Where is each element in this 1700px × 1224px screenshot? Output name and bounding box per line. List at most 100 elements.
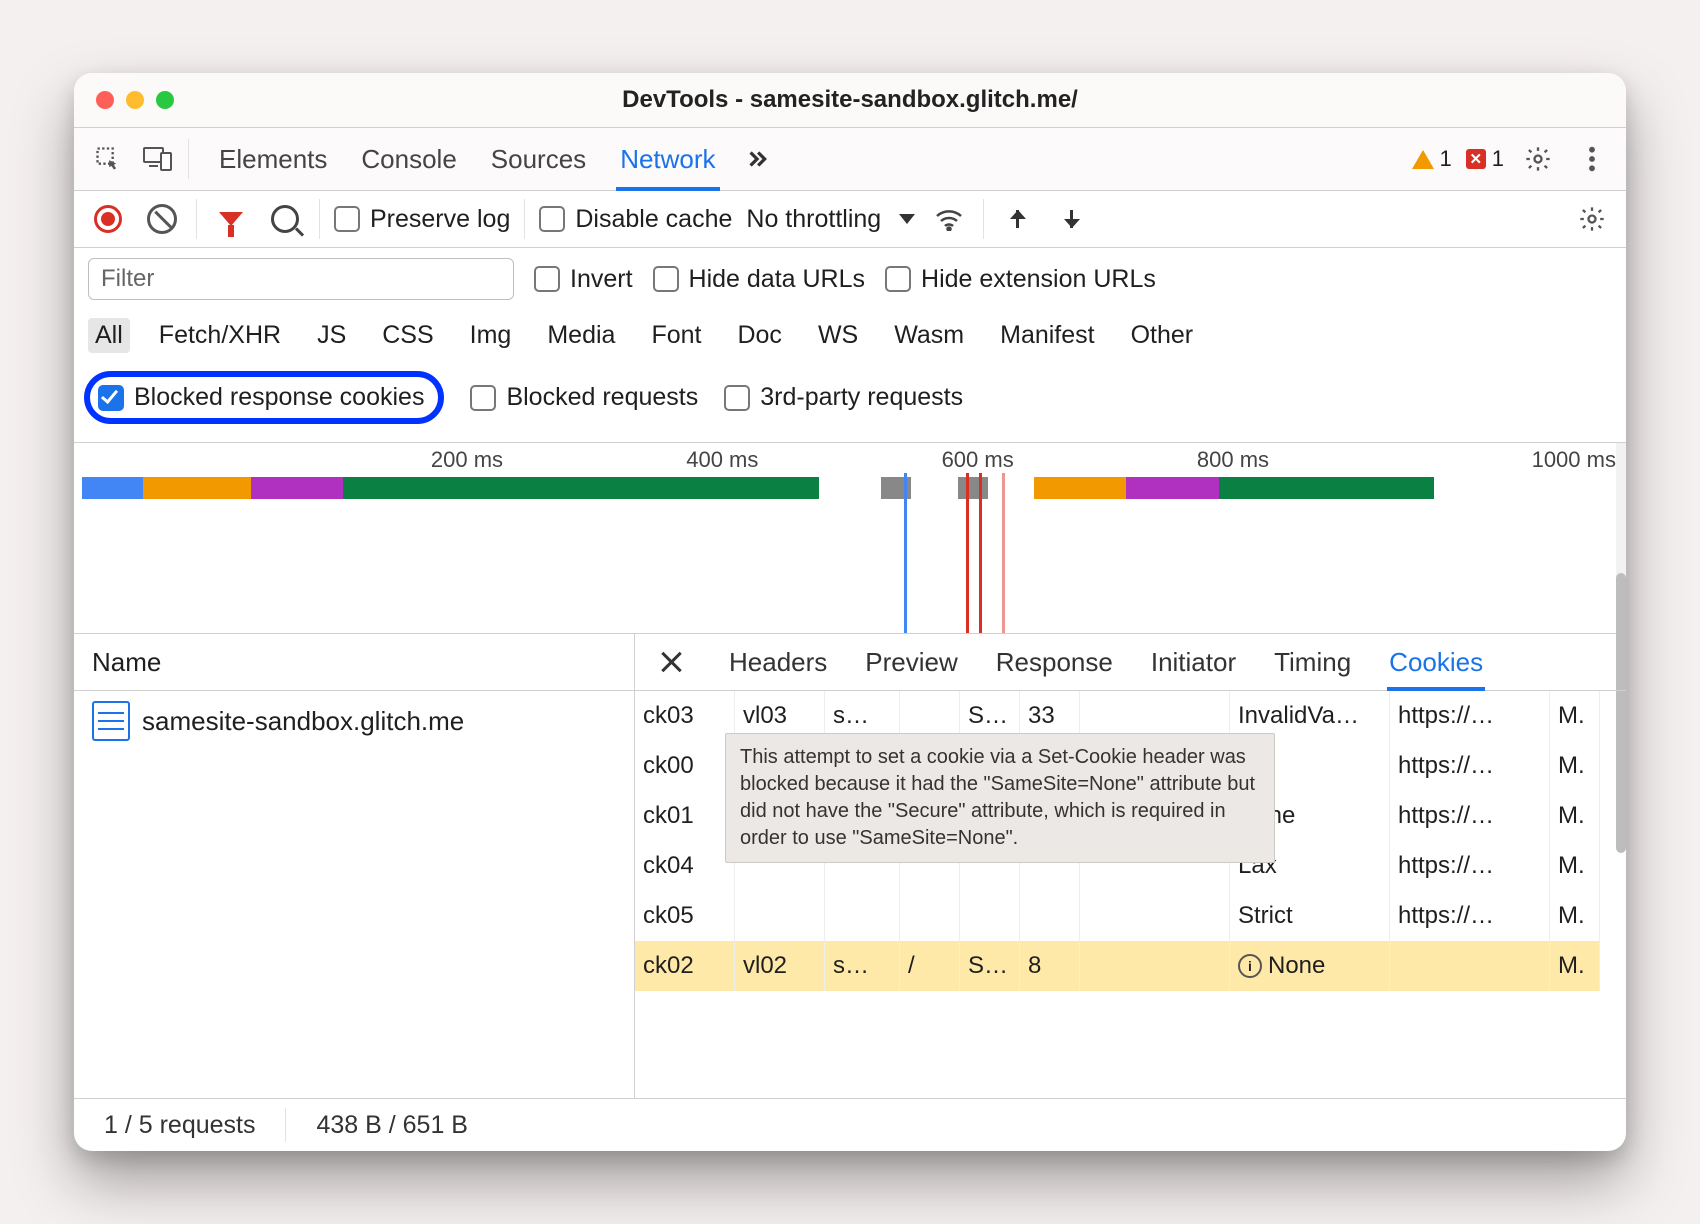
type-manifest[interactable]: Manifest	[993, 318, 1101, 353]
type-all[interactable]: All	[88, 318, 130, 353]
cookie-cell	[1390, 941, 1550, 991]
checkbox-icon	[334, 206, 360, 232]
settings-icon[interactable]	[1518, 139, 1558, 179]
type-wasm[interactable]: Wasm	[887, 318, 971, 353]
transfer-size: 438 B / 651 B	[316, 1111, 468, 1140]
dcl-line	[904, 473, 907, 633]
hide-extension-urls-checkbox[interactable]: Hide extension URLs	[885, 265, 1156, 294]
preserve-log-checkbox[interactable]: Preserve log	[334, 205, 510, 234]
cookie-cell	[960, 891, 1020, 941]
cookie-cell	[1080, 891, 1230, 941]
waterfall-overview[interactable]: 200 ms 400 ms 600 ms 800 ms 1000 ms	[74, 443, 1626, 634]
request-row[interactable]: samesite-sandbox.glitch.me	[74, 691, 634, 751]
filter-toggle-icon[interactable]	[211, 199, 251, 239]
cookie-cell: M.	[1550, 791, 1600, 841]
tab-network[interactable]: Network	[620, 130, 715, 189]
resource-type-filters: All Fetch/XHR JS CSS Img Media Font Doc …	[74, 310, 1626, 361]
tab-preview[interactable]: Preview	[865, 635, 957, 690]
warning-count[interactable]: 1	[1412, 146, 1452, 172]
cookie-cell: https://…	[1390, 841, 1550, 891]
cookie-cell: M.	[1550, 891, 1600, 941]
download-har-icon[interactable]	[1052, 199, 1092, 239]
search-icon[interactable]	[265, 199, 305, 239]
type-other[interactable]: Other	[1124, 318, 1201, 353]
tab-headers[interactable]: Headers	[729, 635, 827, 690]
document-icon	[92, 701, 130, 741]
upload-har-icon[interactable]	[998, 199, 1038, 239]
separator	[196, 199, 197, 239]
type-js[interactable]: JS	[310, 318, 353, 353]
close-details-icon[interactable]	[651, 642, 691, 682]
network-conditions-icon[interactable]	[929, 199, 969, 239]
checkbox-icon	[539, 206, 565, 232]
load-line-1	[966, 473, 969, 633]
tick-600: 600 ms	[850, 447, 1105, 473]
separator	[524, 199, 525, 239]
status-bar: 1 / 5 requests 438 B / 651 B	[74, 1098, 1626, 1151]
kebab-menu-icon[interactable]	[1572, 139, 1612, 179]
name-column-header[interactable]: Name	[74, 634, 634, 691]
blocked-response-cookies-checkbox[interactable]: Blocked response cookies	[98, 383, 424, 412]
tab-response[interactable]: Response	[996, 635, 1113, 690]
disable-cache-label: Disable cache	[575, 205, 732, 234]
tab-timing[interactable]: Timing	[1274, 635, 1351, 690]
cookie-cell	[1080, 941, 1230, 991]
cookie-cell: Strict	[1230, 891, 1390, 941]
cookie-cell: S…	[960, 941, 1020, 991]
cookie-cell: M.	[1550, 941, 1600, 991]
hide-data-urls-checkbox[interactable]: Hide data URLs	[653, 265, 865, 294]
type-fetch-xhr[interactable]: Fetch/XHR	[152, 318, 288, 353]
hide-ext-label: Hide extension URLs	[921, 265, 1156, 294]
cookie-cell: ck05	[635, 891, 735, 941]
tick-1000: 1000 ms	[1361, 447, 1616, 473]
more-tabs-icon[interactable]	[736, 139, 776, 179]
type-doc[interactable]: Doc	[730, 318, 788, 353]
type-font[interactable]: Font	[644, 318, 708, 353]
cookie-cell: M.	[1550, 741, 1600, 791]
blocked-requests-checkbox[interactable]: Blocked requests	[470, 383, 698, 412]
cookie-cell: https://…	[1390, 891, 1550, 941]
inspect-icon[interactable]	[88, 139, 128, 179]
tab-initiator[interactable]: Initiator	[1151, 635, 1236, 690]
load-line-3	[1002, 473, 1005, 633]
cookie-cell: ck03	[635, 691, 735, 741]
blocked-cookies-label: Blocked response cookies	[134, 383, 424, 412]
blocked-cookie-tooltip: This attempt to set a cookie via a Set-C…	[725, 733, 1275, 863]
disable-cache-checkbox[interactable]: Disable cache	[539, 205, 732, 234]
error-count[interactable]: ✕ 1	[1466, 146, 1504, 172]
tab-elements[interactable]: Elements	[219, 130, 327, 189]
separator	[319, 199, 320, 239]
tab-sources[interactable]: Sources	[491, 130, 586, 189]
cookie-cell: https://…	[1390, 741, 1550, 791]
cookie-cell: https://…	[1390, 791, 1550, 841]
error-icon: ✕	[1466, 149, 1486, 169]
cookie-cell: ck02	[635, 941, 735, 991]
clear-button[interactable]	[142, 199, 182, 239]
tab-cookies[interactable]: Cookies	[1389, 635, 1483, 690]
network-toolbar: Preserve log Disable cache No throttling	[74, 191, 1626, 248]
tab-console[interactable]: Console	[361, 130, 456, 189]
type-media[interactable]: Media	[540, 318, 622, 353]
network-settings-icon[interactable]	[1572, 199, 1612, 239]
blocked-requests-label: Blocked requests	[506, 383, 698, 412]
cookie-cell	[900, 891, 960, 941]
tick-200: 200 ms	[339, 447, 594, 473]
throttling-dropdown[interactable]: No throttling	[746, 205, 915, 234]
third-party-label: 3rd-party requests	[760, 383, 963, 412]
hide-data-label: Hide data URLs	[689, 265, 865, 294]
filter-input[interactable]: Filter	[88, 258, 514, 300]
device-toggle-icon[interactable]	[138, 139, 178, 179]
type-ws[interactable]: WS	[811, 318, 865, 353]
cookie-cell: s…	[825, 941, 900, 991]
cookie-row[interactable]: ck05 Stricthttps://…M.	[635, 891, 1626, 941]
scrollbar[interactable]	[1616, 443, 1626, 663]
invert-checkbox[interactable]: Invert	[534, 265, 633, 294]
cookie-row[interactable]: ck02vl02s…/S…8iNoneM.	[635, 941, 1626, 991]
type-img[interactable]: Img	[463, 318, 519, 353]
record-button[interactable]	[88, 199, 128, 239]
type-css[interactable]: CSS	[375, 318, 440, 353]
tick-800: 800 ms	[1105, 447, 1360, 473]
cookie-cell: ck00	[635, 741, 735, 791]
third-party-requests-checkbox[interactable]: 3rd-party requests	[724, 383, 963, 412]
cookie-cell: 8	[1020, 941, 1080, 991]
